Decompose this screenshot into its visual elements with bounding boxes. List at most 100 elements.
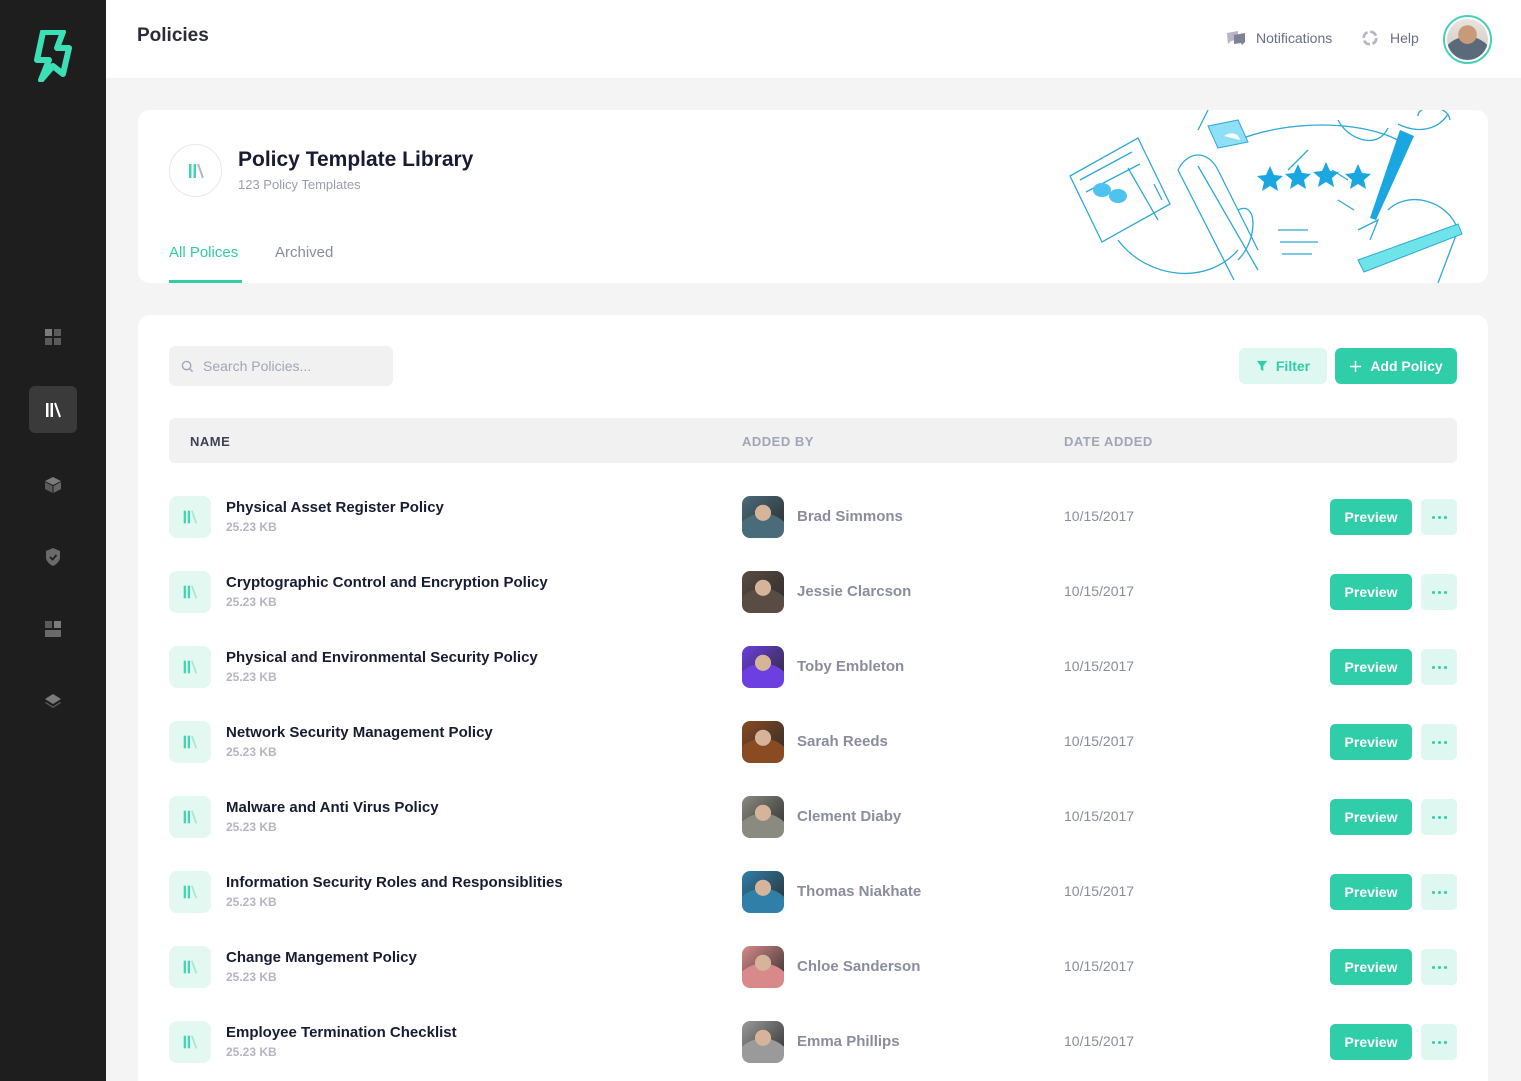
library-icon bbox=[46, 402, 61, 417]
table-row: Cryptographic Control and Encryption Pol… bbox=[169, 555, 1457, 630]
column-header-date-added[interactable]: DATE ADDED bbox=[1064, 434, 1153, 449]
policy-file-icon bbox=[169, 646, 211, 688]
date-added: 10/15/2017 bbox=[1064, 733, 1135, 749]
sidebar-item-layout[interactable] bbox=[29, 605, 77, 652]
search-input[interactable] bbox=[203, 358, 373, 374]
ellipsis-icon bbox=[1430, 815, 1448, 819]
help-ring-icon bbox=[1362, 30, 1378, 46]
filter-button[interactable]: Filter bbox=[1239, 348, 1327, 384]
more-options-button[interactable] bbox=[1421, 499, 1457, 535]
date-added: 10/15/2017 bbox=[1064, 883, 1135, 899]
search-box[interactable] bbox=[169, 346, 393, 386]
preview-button[interactable]: Preview bbox=[1330, 649, 1412, 685]
policy-size: 25.23 KB bbox=[226, 895, 277, 909]
added-by-avatar bbox=[742, 646, 784, 688]
shield-check-icon bbox=[46, 547, 60, 566]
table-row: Physical Asset Register Policy 25.23 KB … bbox=[169, 480, 1457, 555]
chat-bubbles-icon bbox=[1227, 31, 1245, 45]
date-added: 10/15/2017 bbox=[1064, 658, 1135, 674]
more-options-button[interactable] bbox=[1421, 949, 1457, 985]
table-row: Information Security Roles and Responsib… bbox=[169, 855, 1457, 930]
policy-size: 25.23 KB bbox=[226, 595, 277, 609]
added-by-name[interactable]: Emma Phillips bbox=[797, 1033, 900, 1050]
added-by-avatar bbox=[742, 946, 784, 988]
preview-button[interactable]: Preview bbox=[1330, 949, 1412, 985]
user-avatar[interactable] bbox=[1443, 15, 1492, 64]
policy-name[interactable]: Physical Asset Register Policy bbox=[226, 499, 444, 516]
date-added: 10/15/2017 bbox=[1064, 958, 1135, 974]
more-options-button[interactable] bbox=[1421, 799, 1457, 835]
table-row: Physical and Environmental Security Poli… bbox=[169, 630, 1457, 705]
preview-button[interactable]: Preview bbox=[1330, 574, 1412, 610]
more-options-button[interactable] bbox=[1421, 874, 1457, 910]
tab-archived[interactable]: Archived bbox=[275, 244, 333, 261]
added-by-avatar bbox=[742, 571, 784, 613]
added-by-avatar bbox=[742, 871, 784, 913]
help-link[interactable]: Help bbox=[1360, 29, 1419, 47]
table-row: Network Security Management Policy 25.23… bbox=[169, 705, 1457, 780]
layout-icon bbox=[45, 620, 61, 637]
policy-name[interactable]: Malware and Anti Virus Policy bbox=[226, 799, 439, 816]
preview-button[interactable]: Preview bbox=[1330, 799, 1412, 835]
policy-size: 25.23 KB bbox=[226, 670, 277, 684]
added-by-avatar bbox=[742, 796, 784, 838]
added-by-name[interactable]: Thomas Niakhate bbox=[797, 883, 921, 900]
ellipsis-icon bbox=[1430, 515, 1448, 519]
library-icon bbox=[169, 144, 222, 197]
added-by-name[interactable]: Jessie Clarcson bbox=[797, 583, 911, 600]
brand-logo-icon[interactable] bbox=[33, 29, 73, 83]
filter-label: Filter bbox=[1275, 358, 1311, 374]
sidebar-item-layers[interactable] bbox=[29, 677, 77, 724]
dashboard-grid-icon bbox=[45, 328, 61, 345]
ellipsis-icon bbox=[1430, 590, 1448, 594]
page-title: Policies bbox=[137, 25, 209, 46]
help-label: Help bbox=[1390, 30, 1419, 46]
policy-name[interactable]: Employee Termination Checklist bbox=[226, 1024, 457, 1041]
preview-button[interactable]: Preview bbox=[1330, 874, 1412, 910]
more-options-button[interactable] bbox=[1421, 1024, 1457, 1060]
column-header-added-by[interactable]: ADDED BY bbox=[742, 434, 814, 449]
notifications-link[interactable]: Notifications bbox=[1226, 29, 1332, 47]
sidebar-item-dashboard[interactable] bbox=[29, 313, 77, 360]
preview-button[interactable]: Preview bbox=[1330, 499, 1412, 535]
funnel-icon bbox=[1256, 360, 1268, 372]
preview-button[interactable]: Preview bbox=[1330, 724, 1412, 760]
more-options-button[interactable] bbox=[1421, 649, 1457, 685]
documents-illustration bbox=[1069, 110, 1463, 283]
more-options-button[interactable] bbox=[1421, 724, 1457, 760]
added-by-name[interactable]: Toby Embleton bbox=[797, 658, 904, 675]
added-by-name[interactable]: Brad Simmons bbox=[797, 508, 903, 525]
policy-file-icon bbox=[169, 571, 211, 613]
table-row: Employee Termination Checklist 25.23 KB … bbox=[169, 1005, 1457, 1080]
add-policy-button[interactable]: Add Policy bbox=[1335, 348, 1457, 384]
policy-size: 25.23 KB bbox=[226, 745, 277, 759]
table-row: Malware and Anti Virus Policy 25.23 KB C… bbox=[169, 780, 1457, 855]
sidebar-item-security[interactable] bbox=[29, 533, 77, 580]
tab-all-policies[interactable]: All Polices bbox=[169, 244, 238, 261]
ellipsis-icon bbox=[1430, 665, 1448, 669]
add-policy-label: Add Policy bbox=[1370, 358, 1443, 374]
notifications-label: Notifications bbox=[1256, 30, 1333, 46]
policy-name[interactable]: Cryptographic Control and Encryption Pol… bbox=[226, 574, 548, 591]
policy-name[interactable]: Network Security Management Policy bbox=[226, 724, 493, 741]
added-by-avatar bbox=[742, 1021, 784, 1063]
user-avatar-image bbox=[1447, 19, 1488, 60]
ellipsis-icon bbox=[1430, 890, 1448, 894]
library-title: Policy Template Library bbox=[238, 148, 474, 171]
added-by-name[interactable]: Chloe Sanderson bbox=[797, 958, 920, 975]
policy-name[interactable]: Physical and Environmental Security Poli… bbox=[226, 649, 538, 666]
preview-button[interactable]: Preview bbox=[1330, 1024, 1412, 1060]
column-header-name[interactable]: NAME bbox=[190, 434, 230, 449]
added-by-name[interactable]: Clement Diaby bbox=[797, 808, 901, 825]
policy-name[interactable]: Information Security Roles and Responsib… bbox=[226, 874, 563, 891]
sidebar-item-cube[interactable] bbox=[29, 461, 77, 508]
policies-table-card: Filter Add Policy NAME ADDED BY DATE ADD… bbox=[138, 315, 1488, 1081]
policy-name[interactable]: Change Mangement Policy bbox=[226, 949, 417, 966]
cube-icon bbox=[45, 476, 61, 493]
top-header: Policies Notifications Help bbox=[106, 0, 1521, 78]
added-by-name[interactable]: Sarah Reeds bbox=[797, 733, 888, 750]
sidebar-item-library[interactable] bbox=[29, 386, 77, 433]
policy-file-icon bbox=[169, 1021, 211, 1063]
policy-file-icon bbox=[169, 496, 211, 538]
more-options-button[interactable] bbox=[1421, 574, 1457, 610]
